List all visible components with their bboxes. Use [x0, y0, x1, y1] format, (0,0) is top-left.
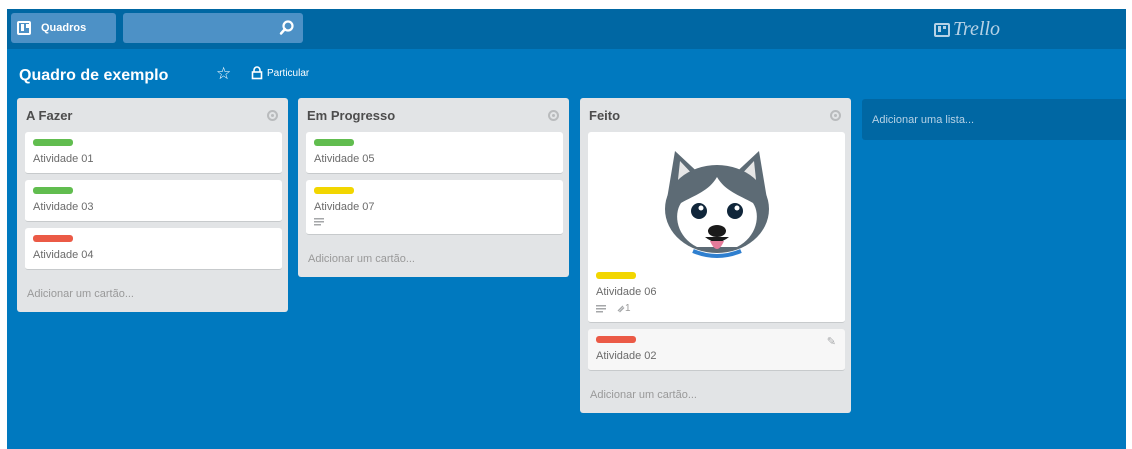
- boards-label: Quadros: [41, 22, 87, 34]
- red-label: [33, 235, 73, 242]
- search-icon[interactable]: [279, 20, 295, 36]
- green-label: [314, 139, 354, 146]
- boards-button[interactable]: Quadros: [11, 13, 116, 43]
- board-title[interactable]: Quadro de exemplo: [19, 67, 168, 85]
- description-icon: [314, 218, 324, 226]
- card[interactable]: Atividade 07: [306, 180, 563, 235]
- trello-board: Quadros Trello Quadro de exemplo ☆ Parti…: [7, 9, 1126, 449]
- card[interactable]: Atividade 05: [306, 132, 563, 174]
- card[interactable]: Atividade 04: [25, 228, 282, 270]
- attachment-count: 1: [625, 303, 631, 314]
- card[interactable]: Atividade 06 1: [588, 132, 845, 323]
- attachment-icon: [617, 305, 625, 313]
- green-label: [33, 139, 73, 146]
- add-card-button[interactable]: Adicionar um cartão...: [17, 276, 288, 312]
- search-input[interactable]: [123, 13, 303, 43]
- list-header: Feito: [580, 98, 851, 132]
- list-header: Em Progresso: [298, 98, 569, 132]
- list-feito: Feito Atividade 06 1 ✎ Atividade 02 Adic…: [580, 98, 851, 413]
- yellow-label: [596, 272, 636, 279]
- list-title[interactable]: Em Progresso: [307, 108, 395, 123]
- husky-image: [664, 151, 769, 258]
- card-title: Atividade 01: [33, 153, 94, 165]
- logo-text: Trello: [953, 18, 1001, 40]
- card-title: Atividade 06: [596, 286, 657, 298]
- trello-logo[interactable]: Trello: [934, 18, 1000, 41]
- green-label: [33, 187, 73, 194]
- card[interactable]: Atividade 03: [25, 180, 282, 222]
- card-title: Atividade 07: [314, 201, 375, 213]
- card-title: Atividade 02: [596, 350, 657, 362]
- card-badges: 1: [596, 303, 837, 314]
- star-icon[interactable]: ☆: [216, 64, 231, 84]
- add-card-button[interactable]: Adicionar um cartão...: [580, 377, 851, 413]
- list-title[interactable]: Feito: [589, 108, 620, 123]
- add-card-button[interactable]: Adicionar um cartão...: [298, 241, 569, 277]
- card-title: Atividade 03: [33, 201, 94, 213]
- add-list-button[interactable]: Adicionar uma lista...: [862, 99, 1126, 140]
- list-a-fazer: A Fazer Atividade 01 Atividade 03 Ativid…: [17, 98, 288, 312]
- list-menu-icon[interactable]: [267, 109, 278, 121]
- description-icon: [596, 304, 606, 312]
- card[interactable]: Atividade 01: [25, 132, 282, 174]
- list-title[interactable]: A Fazer: [26, 108, 72, 123]
- yellow-label: [314, 187, 354, 194]
- list-header: A Fazer: [17, 98, 288, 132]
- list-menu-icon[interactable]: [830, 109, 841, 121]
- card[interactable]: ✎ Atividade 02: [588, 329, 845, 371]
- top-header: Quadros Trello: [7, 9, 1126, 49]
- boards-icon: [17, 21, 31, 35]
- list-em-progresso: Em Progresso Atividade 05 Atividade 07 A…: [298, 98, 569, 277]
- edit-pencil-icon[interactable]: ✎: [827, 335, 836, 348]
- lock-icon[interactable]: [250, 65, 264, 81]
- card-badges: [314, 218, 555, 226]
- list-menu-icon[interactable]: [548, 109, 559, 121]
- card-cover-image: [596, 138, 837, 264]
- red-label: [596, 336, 636, 343]
- visibility-button[interactable]: Particular: [267, 68, 309, 79]
- card-title: Atividade 04: [33, 249, 94, 261]
- attachment-badge: 1: [616, 303, 631, 314]
- card-title: Atividade 05: [314, 153, 375, 165]
- trello-logo-icon: [934, 22, 950, 37]
